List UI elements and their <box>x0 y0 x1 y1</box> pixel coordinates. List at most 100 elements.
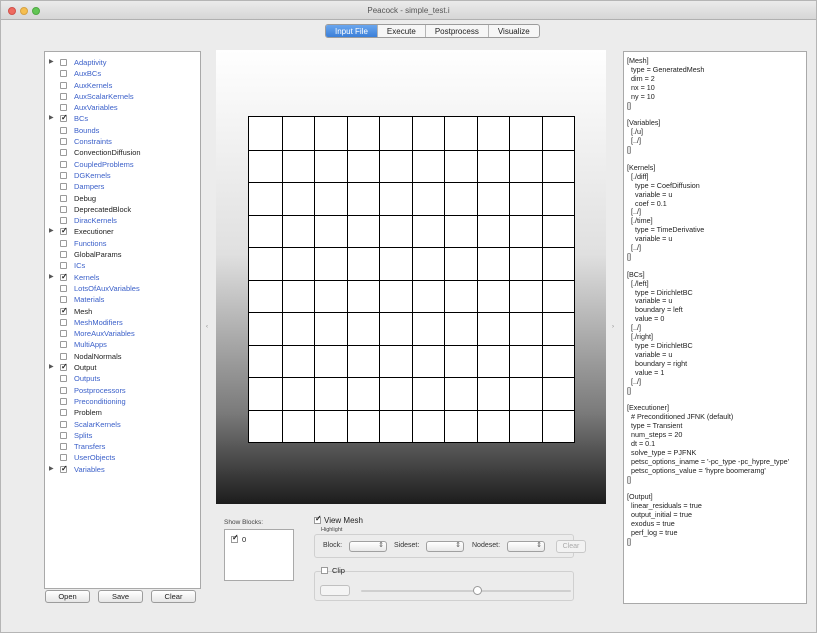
tree-item-executioner[interactable]: ▶ Executioner <box>45 225 200 237</box>
clear-button[interactable]: Clear <box>151 590 196 603</box>
tree-item-mesh[interactable]: Mesh <box>45 305 200 317</box>
tree-item-checkbox[interactable] <box>60 92 67 100</box>
tree-item-checkbox[interactable] <box>60 112 68 124</box>
tab-postprocess[interactable]: Postprocess <box>426 25 489 37</box>
input-file-editor[interactable]: [Mesh] type = GeneratedMesh dim = 2 nx =… <box>623 51 807 604</box>
tree-item-auxkernels[interactable]: AuxKernels <box>45 80 200 91</box>
clip-direction-select[interactable] <box>320 585 350 596</box>
tree-item-checkbox[interactable] <box>60 386 67 394</box>
block-select[interactable] <box>349 541 387 552</box>
tree-item-checkbox[interactable] <box>60 194 67 202</box>
tree-item-postprocessors[interactable]: Postprocessors <box>45 385 200 396</box>
tree-item-checkbox[interactable] <box>60 251 67 259</box>
tree-item-checkbox[interactable] <box>60 352 67 360</box>
tree-item-bounds[interactable]: Bounds <box>45 125 200 136</box>
left-splitter-handle[interactable]: ‹ <box>206 324 210 332</box>
tree-item-splits[interactable]: Splits <box>45 430 200 441</box>
tree-item-meshmodifiers[interactable]: MeshModifiers <box>45 317 200 328</box>
tree-item-checkbox[interactable] <box>60 296 67 304</box>
clip-slider-handle[interactable] <box>473 586 482 595</box>
tree-item-lotsofauxvariables[interactable]: LotsOfAuxVariables <box>45 283 200 294</box>
disclosure-triangle-icon[interactable]: ▶ <box>49 464 54 475</box>
tree-item-output[interactable]: ▶ Output <box>45 361 200 373</box>
tree-item-variables[interactable]: ▶ Variables <box>45 463 200 475</box>
disclosure-triangle-icon[interactable]: ▶ <box>49 57 54 68</box>
tab-visualize[interactable]: Visualize <box>489 25 539 37</box>
tree-item-constraints[interactable]: Constraints <box>45 136 200 147</box>
tree-item-checkbox[interactable] <box>60 305 68 316</box>
save-button[interactable]: Save <box>98 590 143 603</box>
sideset-select[interactable] <box>426 541 464 552</box>
tree-item-checkbox[interactable] <box>60 443 67 451</box>
tree-item-nodalnormals[interactable]: NodalNormals <box>45 351 200 362</box>
block-0-checkbox[interactable] <box>231 533 239 543</box>
clip-slider-track[interactable] <box>361 590 571 592</box>
tree-item-auxscalarkernels[interactable]: AuxScalarKernels <box>45 91 200 102</box>
tree-item-checkbox[interactable] <box>60 330 67 338</box>
tree-item-checkbox[interactable] <box>60 183 67 191</box>
tree-item-dampers[interactable]: Dampers <box>45 181 200 192</box>
disclosure-triangle-icon[interactable]: ▶ <box>49 272 54 283</box>
tree-item-problem[interactable]: Problem <box>45 407 200 418</box>
tree-item-adaptivity[interactable]: ▶ Adaptivity <box>45 57 200 68</box>
clip-checkbox[interactable] <box>321 567 328 574</box>
tree-item-debug[interactable]: Debug <box>45 193 200 204</box>
tree-item-checkbox[interactable] <box>60 70 67 78</box>
tree-item-checkbox[interactable] <box>60 463 68 474</box>
tree-item-checkbox[interactable] <box>60 284 67 292</box>
tree-item-globalparams[interactable]: GlobalParams <box>45 249 200 260</box>
tree-item-functions[interactable]: Functions <box>45 238 200 249</box>
open-button[interactable]: Open <box>45 590 90 603</box>
tree-item-outputs[interactable]: Outputs <box>45 373 200 384</box>
tree-item-checkbox[interactable] <box>60 225 68 237</box>
tree-item-scalarkernels[interactable]: ScalarKernels <box>45 419 200 430</box>
tree-item-checkbox[interactable] <box>60 431 67 439</box>
tree-item-checkbox[interactable] <box>60 409 67 417</box>
disclosure-triangle-icon[interactable]: ▶ <box>49 362 54 373</box>
tree-item-checkbox[interactable] <box>60 454 67 462</box>
tree-item-checkbox[interactable] <box>60 397 67 405</box>
nodeset-select[interactable] <box>507 541 545 552</box>
input-file-text[interactable]: [Mesh] type = GeneratedMesh dim = 2 nx =… <box>627 56 803 547</box>
tree-item-multiapps[interactable]: MultiApps <box>45 339 200 350</box>
tree-item-checkbox[interactable] <box>60 341 67 349</box>
tree-item-checkbox[interactable] <box>60 420 67 428</box>
tree-item-convectiondiffusion[interactable]: ConvectionDiffusion <box>45 147 200 158</box>
tree-item-transfers[interactable]: Transfers <box>45 441 200 452</box>
tab-input-file[interactable]: Input File <box>326 25 378 37</box>
tree-item-materials[interactable]: Materials <box>45 294 200 305</box>
tree-item-userobjects[interactable]: UserObjects <box>45 452 200 463</box>
tree-item-checkbox[interactable] <box>60 171 67 179</box>
tree-item-checkbox[interactable] <box>60 149 67 157</box>
tree-item-checkbox[interactable] <box>60 217 67 225</box>
tree-item-checkbox[interactable] <box>60 239 67 247</box>
disclosure-triangle-icon[interactable]: ▶ <box>49 113 54 124</box>
tree-item-checkbox[interactable] <box>60 205 67 213</box>
tree-item-checkbox[interactable] <box>60 318 67 326</box>
tree-item-checkbox[interactable] <box>60 104 67 112</box>
tree-item-moreauxvariables[interactable]: MoreAuxVariables <box>45 328 200 339</box>
tree-item-checkbox[interactable] <box>60 160 67 168</box>
tree-item-checkbox[interactable] <box>60 138 67 146</box>
tree-item-checkbox[interactable] <box>60 126 67 134</box>
tree-item-checkbox[interactable] <box>60 262 67 270</box>
tree-item-checkbox[interactable] <box>60 81 67 89</box>
tree-item-dirackernels[interactable]: DiracKernels <box>45 215 200 226</box>
tree-item-deprecatedblock[interactable]: DeprecatedBlock <box>45 204 200 215</box>
disclosure-triangle-icon[interactable]: ▶ <box>49 226 54 237</box>
highlight-clear-button[interactable]: Clear <box>556 540 586 553</box>
tab-execute[interactable]: Execute <box>378 25 426 37</box>
tree-item-bcs[interactable]: ▶ BCs <box>45 112 200 124</box>
mesh-render-view[interactable] <box>216 50 606 504</box>
view-mesh-checkbox[interactable] <box>314 514 322 524</box>
input-block-tree[interactable]: ▶ Adaptivity AuxBCs AuxKernels AuxScalarKern… <box>44 51 201 589</box>
tree-item-dgkernels[interactable]: DGKernels <box>45 170 200 181</box>
tree-item-coupledproblems[interactable]: CoupledProblems <box>45 159 200 170</box>
tree-item-checkbox[interactable] <box>60 271 68 282</box>
tree-item-checkbox[interactable] <box>60 375 67 383</box>
tree-item-checkbox[interactable] <box>60 59 67 66</box>
right-splitter-handle[interactable]: › <box>612 324 616 332</box>
tree-item-auxbcs[interactable]: AuxBCs <box>45 68 200 79</box>
tree-item-kernels[interactable]: ▶ Kernels <box>45 271 200 283</box>
show-blocks-list[interactable]: 0 <box>224 529 294 581</box>
